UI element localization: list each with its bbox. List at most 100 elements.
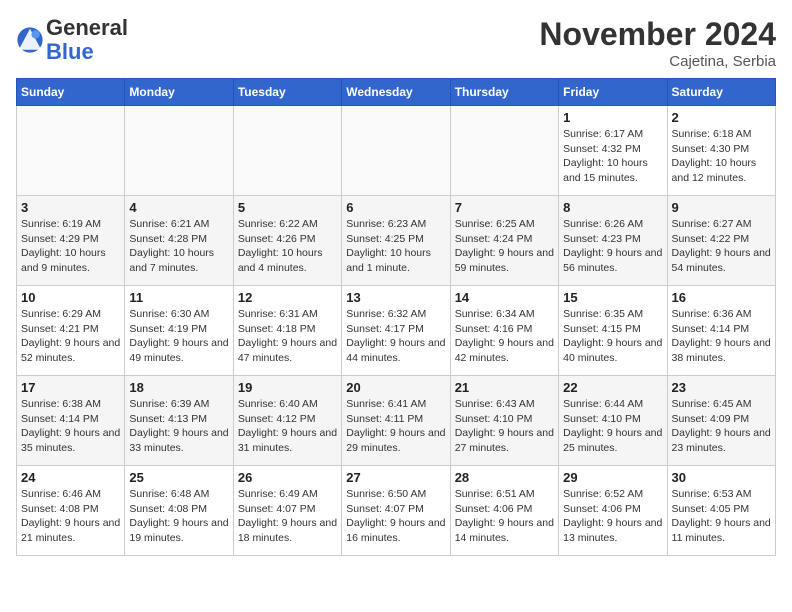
calendar-cell: 16Sunrise: 6:36 AM Sunset: 4:14 PM Dayli… bbox=[667, 286, 775, 376]
weekday-header: Thursday bbox=[450, 79, 558, 106]
day-info: Sunrise: 6:41 AM Sunset: 4:11 PM Dayligh… bbox=[346, 397, 445, 456]
title-block: November 2024 Cajetina, Serbia bbox=[539, 16, 776, 70]
day-info: Sunrise: 6:53 AM Sunset: 4:05 PM Dayligh… bbox=[672, 487, 771, 546]
day-number: 23 bbox=[672, 380, 771, 395]
day-number: 21 bbox=[455, 380, 554, 395]
day-number: 3 bbox=[21, 200, 120, 215]
day-number: 22 bbox=[563, 380, 662, 395]
day-info: Sunrise: 6:32 AM Sunset: 4:17 PM Dayligh… bbox=[346, 307, 445, 366]
calendar-cell: 30 Sunrise: 6:53 AM Sunset: 4:05 PM Dayli… bbox=[667, 466, 775, 556]
day-number: 2 bbox=[672, 110, 771, 125]
weekday-header: Saturday bbox=[667, 79, 775, 106]
day-number: 12 bbox=[238, 290, 337, 305]
day-number: 11 bbox=[129, 290, 228, 305]
day-number: 4 bbox=[129, 200, 228, 215]
day-info: Sunrise: 6:35 AM Sunset: 4:15 PM Dayligh… bbox=[563, 307, 662, 366]
day-info: Sunrise: 6:27 AM Sunset: 4:22 PM Dayligh… bbox=[672, 217, 771, 276]
calendar-week-row: 17 Sunrise: 6:38 AM Sunset: 4:14 PM Dayli… bbox=[17, 376, 776, 466]
day-number: 5 bbox=[238, 200, 337, 215]
day-info: Sunrise: 6:34 AM Sunset: 4:16 PM Dayligh… bbox=[455, 307, 554, 366]
day-number: 9 bbox=[672, 200, 771, 215]
day-info: Sunrise: 6:26 AM Sunset: 4:23 PM Dayligh… bbox=[563, 217, 662, 276]
day-info: Sunrise: 6:25 AM Sunset: 4:24 PM Dayligh… bbox=[455, 217, 554, 276]
calendar-cell: 6 Sunrise: 6:23 AM Sunset: 4:25 PM Daylig… bbox=[342, 196, 450, 286]
day-info: Sunrise: 6:19 AM Sunset: 4:29 PM Dayligh… bbox=[21, 217, 120, 276]
day-number: 6 bbox=[346, 200, 445, 215]
calendar-cell bbox=[450, 106, 558, 196]
day-number: 15 bbox=[563, 290, 662, 305]
day-number: 7 bbox=[455, 200, 554, 215]
calendar-week-row: 1Sunrise: 6:17 AM Sunset: 4:32 PM Daylig… bbox=[17, 106, 776, 196]
calendar-cell: 29 Sunrise: 6:52 AM Sunset: 4:06 PM Dayli… bbox=[559, 466, 667, 556]
calendar-cell bbox=[342, 106, 450, 196]
calendar-cell: 21 Sunrise: 6:43 AM Sunset: 4:10 PM Dayli… bbox=[450, 376, 558, 466]
calendar-cell: 25 Sunrise: 6:48 AM Sunset: 4:08 PM Dayli… bbox=[125, 466, 233, 556]
logo: General Blue bbox=[16, 16, 128, 64]
calendar-cell: 17 Sunrise: 6:38 AM Sunset: 4:14 PM Dayli… bbox=[17, 376, 125, 466]
calendar-cell: 9 Sunrise: 6:27 AM Sunset: 4:22 PM Daylig… bbox=[667, 196, 775, 286]
calendar-cell: 22Sunrise: 6:44 AM Sunset: 4:10 PM Dayli… bbox=[559, 376, 667, 466]
calendar-cell: 23 Sunrise: 6:45 AM Sunset: 4:09 PM Dayli… bbox=[667, 376, 775, 466]
weekday-header: Monday bbox=[125, 79, 233, 106]
calendar-cell: 11 Sunrise: 6:30 AM Sunset: 4:19 PM Dayli… bbox=[125, 286, 233, 376]
logo-general: General bbox=[46, 15, 128, 40]
day-info: Sunrise: 6:36 AM Sunset: 4:14 PM Dayligh… bbox=[672, 307, 771, 366]
day-info: Sunrise: 6:23 AM Sunset: 4:25 PM Dayligh… bbox=[346, 217, 445, 276]
calendar-week-row: 3 Sunrise: 6:19 AM Sunset: 4:29 PM Daylig… bbox=[17, 196, 776, 286]
day-info: Sunrise: 6:30 AM Sunset: 4:19 PM Dayligh… bbox=[129, 307, 228, 366]
weekday-header-row: SundayMondayTuesdayWednesdayThursdayFrid… bbox=[17, 79, 776, 106]
day-number: 1 bbox=[563, 110, 662, 125]
day-info: Sunrise: 6:46 AM Sunset: 4:08 PM Dayligh… bbox=[21, 487, 120, 546]
day-info: Sunrise: 6:31 AM Sunset: 4:18 PM Dayligh… bbox=[238, 307, 337, 366]
calendar-cell: 5 Sunrise: 6:22 AM Sunset: 4:26 PM Daylig… bbox=[233, 196, 341, 286]
day-number: 17 bbox=[21, 380, 120, 395]
calendar-week-row: 24 Sunrise: 6:46 AM Sunset: 4:08 PM Dayli… bbox=[17, 466, 776, 556]
day-info: Sunrise: 6:21 AM Sunset: 4:28 PM Dayligh… bbox=[129, 217, 228, 276]
calendar-week-row: 10Sunrise: 6:29 AM Sunset: 4:21 PM Dayli… bbox=[17, 286, 776, 376]
calendar-cell: 8Sunrise: 6:26 AM Sunset: 4:23 PM Daylig… bbox=[559, 196, 667, 286]
calendar-cell: 15 Sunrise: 6:35 AM Sunset: 4:15 PM Dayli… bbox=[559, 286, 667, 376]
month-title: November 2024 bbox=[539, 16, 776, 53]
calendar-cell bbox=[125, 106, 233, 196]
day-info: Sunrise: 6:38 AM Sunset: 4:14 PM Dayligh… bbox=[21, 397, 120, 456]
calendar-cell: 4 Sunrise: 6:21 AM Sunset: 4:28 PM Daylig… bbox=[125, 196, 233, 286]
day-info: Sunrise: 6:39 AM Sunset: 4:13 PM Dayligh… bbox=[129, 397, 228, 456]
calendar-cell bbox=[233, 106, 341, 196]
day-number: 29 bbox=[563, 470, 662, 485]
weekday-header: Sunday bbox=[17, 79, 125, 106]
day-number: 30 bbox=[672, 470, 771, 485]
calendar-cell: 27Sunrise: 6:50 AM Sunset: 4:07 PM Dayli… bbox=[342, 466, 450, 556]
logo-text: General Blue bbox=[46, 16, 128, 64]
day-number: 20 bbox=[346, 380, 445, 395]
calendar-cell: 2 Sunrise: 6:18 AM Sunset: 4:30 PM Daylig… bbox=[667, 106, 775, 196]
page-header: General Blue November 2024 Cajetina, Ser… bbox=[16, 16, 776, 70]
day-info: Sunrise: 6:40 AM Sunset: 4:12 PM Dayligh… bbox=[238, 397, 337, 456]
day-info: Sunrise: 6:22 AM Sunset: 4:26 PM Dayligh… bbox=[238, 217, 337, 276]
calendar-cell: 13 Sunrise: 6:32 AM Sunset: 4:17 PM Dayli… bbox=[342, 286, 450, 376]
day-info: Sunrise: 6:52 AM Sunset: 4:06 PM Dayligh… bbox=[563, 487, 662, 546]
calendar-cell: 19 Sunrise: 6:40 AM Sunset: 4:12 PM Dayli… bbox=[233, 376, 341, 466]
day-info: Sunrise: 6:48 AM Sunset: 4:08 PM Dayligh… bbox=[129, 487, 228, 546]
calendar-cell: 26Sunrise: 6:49 AM Sunset: 4:07 PM Dayli… bbox=[233, 466, 341, 556]
day-number: 18 bbox=[129, 380, 228, 395]
day-info: Sunrise: 6:45 AM Sunset: 4:09 PM Dayligh… bbox=[672, 397, 771, 456]
day-info: Sunrise: 6:49 AM Sunset: 4:07 PM Dayligh… bbox=[238, 487, 337, 546]
day-number: 14 bbox=[455, 290, 554, 305]
calendar-cell: 1Sunrise: 6:17 AM Sunset: 4:32 PM Daylig… bbox=[559, 106, 667, 196]
calendar-cell: 28Sunrise: 6:51 AM Sunset: 4:06 PM Dayli… bbox=[450, 466, 558, 556]
day-info: Sunrise: 6:51 AM Sunset: 4:06 PM Dayligh… bbox=[455, 487, 554, 546]
logo-icon bbox=[16, 26, 44, 54]
calendar-cell: 14 Sunrise: 6:34 AM Sunset: 4:16 PM Dayli… bbox=[450, 286, 558, 376]
logo-blue: Blue bbox=[46, 39, 94, 64]
calendar-cell: 20 Sunrise: 6:41 AM Sunset: 4:11 PM Dayli… bbox=[342, 376, 450, 466]
day-number: 13 bbox=[346, 290, 445, 305]
location: Cajetina, Serbia bbox=[539, 53, 776, 70]
day-number: 24 bbox=[21, 470, 120, 485]
calendar-table: SundayMondayTuesdayWednesdayThursdayFrid… bbox=[16, 78, 776, 556]
day-info: Sunrise: 6:43 AM Sunset: 4:10 PM Dayligh… bbox=[455, 397, 554, 456]
day-info: Sunrise: 6:18 AM Sunset: 4:30 PM Dayligh… bbox=[672, 127, 771, 186]
day-number: 10 bbox=[21, 290, 120, 305]
calendar-cell bbox=[17, 106, 125, 196]
day-number: 19 bbox=[238, 380, 337, 395]
day-number: 25 bbox=[129, 470, 228, 485]
